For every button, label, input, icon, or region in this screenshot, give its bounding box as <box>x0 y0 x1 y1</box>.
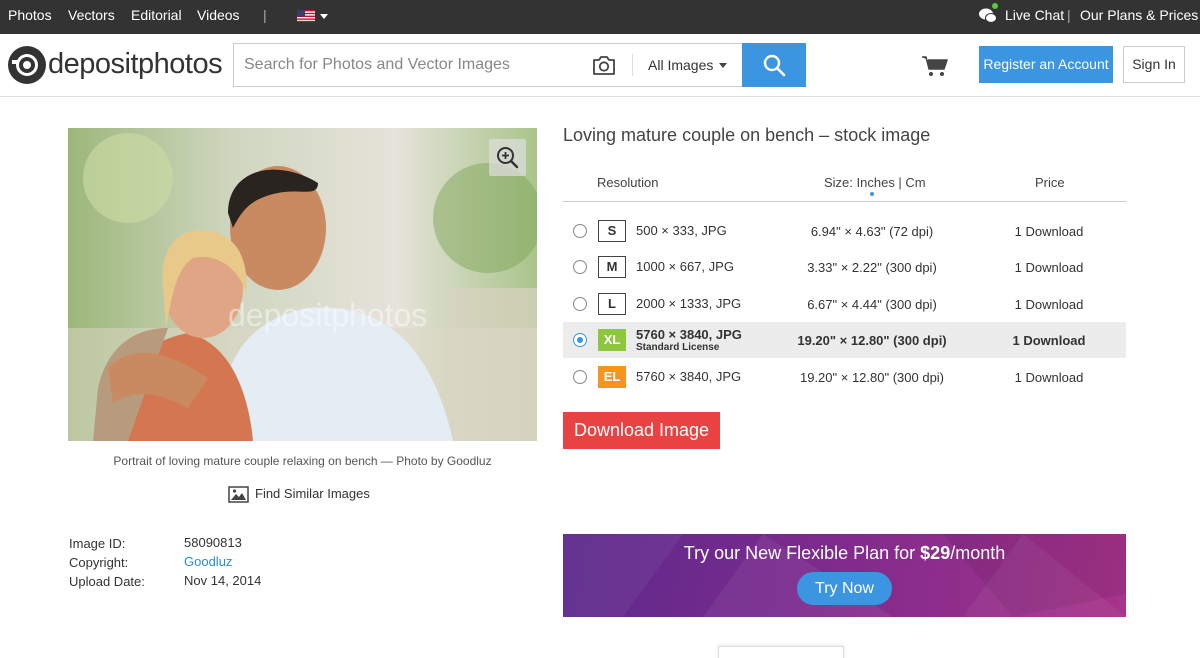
online-status-dot <box>992 3 998 9</box>
camera-search-icon[interactable] <box>592 54 616 76</box>
top-bar: Photos Vectors Editorial Videos | Live C… <box>0 0 1200 34</box>
bottom-card <box>718 646 844 658</box>
zoom-button[interactable] <box>489 139 526 176</box>
sign-in-button[interactable]: Sign In <box>1123 46 1185 83</box>
size-badge-m: M <box>598 256 626 278</box>
promo-banner[interactable]: Try our New Flexible Plan for $29/month … <box>563 534 1126 617</box>
us-flag-icon[interactable] <box>297 10 315 22</box>
find-similar-label: Find Similar Images <box>255 486 370 501</box>
nav-separator: | <box>263 7 267 23</box>
resolution-text: 5760 × 3840, JPG <box>636 369 742 384</box>
resolution-text: 2000 × 1333, JPG <box>636 296 742 311</box>
upload-date-value: Nov 14, 2014 <box>184 573 262 588</box>
price-header: Price <box>1035 175 1065 190</box>
register-button[interactable]: Register an Account <box>979 46 1113 83</box>
image-caption: Portrait of loving mature couple relaxin… <box>113 454 492 468</box>
plans-prices-link[interactable]: Our Plans & Prices <box>1080 0 1198 34</box>
cart-icon[interactable] <box>921 54 949 78</box>
header: depositphotos All Images Register an Acc… <box>0 34 1200 97</box>
copyright-link[interactable]: Goodluz <box>184 554 232 569</box>
logo-wordmark[interactable]: depositphotos <box>48 48 223 81</box>
dimensions-text: 19.20" × 12.80" (300 dpi) <box>799 370 945 385</box>
resolution-text: 5760 × 3840, JPG <box>636 327 742 342</box>
size-row-m[interactable]: M 1000 × 667, JPG 3.33" × 2.22" (300 dpi… <box>563 249 1126 285</box>
size-radio-l[interactable] <box>573 297 587 311</box>
price-text: 1 Download <box>1014 370 1084 385</box>
size-badge-s: S <box>598 220 626 242</box>
size-radio-s[interactable] <box>573 224 587 238</box>
search-button[interactable] <box>742 43 806 87</box>
image-id-value: 58090813 <box>184 535 242 550</box>
nav-videos[interactable]: Videos <box>197 0 240 34</box>
banner-text: Try our New Flexible Plan for $29/month <box>683 543 1006 563</box>
search-divider <box>632 54 633 76</box>
size-header[interactable]: Size: Inches | Cm <box>824 175 926 190</box>
watermark-text: depositphotos <box>228 297 427 333</box>
size-radio-xl[interactable] <box>573 333 587 347</box>
language-caret-icon[interactable] <box>320 14 328 19</box>
nav-editorial[interactable]: Editorial <box>131 0 182 34</box>
nav-photos[interactable]: Photos <box>8 0 52 34</box>
stock-photo[interactable]: depositphotos <box>68 128 537 441</box>
size-row-xl[interactable]: XL 5760 × 3840, JPG Standard License 19.… <box>563 322 1126 358</box>
upload-date-label: Upload Date: <box>69 574 145 589</box>
size-radio-m[interactable] <box>573 260 587 274</box>
search-input[interactable] <box>234 44 584 86</box>
size-badge-el: EL <box>598 366 626 388</box>
size-badge-xl: XL <box>598 329 626 351</box>
try-now-button[interactable]: Try Now <box>797 572 892 605</box>
price-text: 1 Download <box>1012 333 1086 348</box>
size-row-l[interactable]: L 2000 × 1333, JPG 6.67" × 4.44" (300 dp… <box>563 286 1126 322</box>
search-bar: All Images <box>233 43 743 87</box>
table-divider <box>563 201 1126 202</box>
price-text: 1 Download <box>1014 224 1084 239</box>
search-icon <box>763 54 786 77</box>
size-badge-l: L <box>598 293 626 315</box>
dimensions-text: 3.33" × 2.22" (300 dpi) <box>807 260 937 275</box>
image-id-label: Image ID: <box>69 536 126 551</box>
dimensions-text: 19.20" × 12.80" (300 dpi) <box>797 333 947 348</box>
download-image-button[interactable]: Download Image <box>563 412 720 449</box>
live-chat-link[interactable]: Live Chat <box>1005 0 1064 34</box>
image-icon <box>228 486 249 503</box>
dimensions-text: 6.94" × 4.63" (72 dpi) <box>810 224 934 239</box>
copyright-label: Copyright: <box>69 555 129 570</box>
page-title: Loving mature couple on bench – stock im… <box>563 125 931 145</box>
size-row-el[interactable]: EL 5760 × 3840, JPG 19.20" × 12.80" (300… <box>563 359 1126 395</box>
topbar-separator: | <box>1067 7 1071 23</box>
price-text: 1 Download <box>1014 260 1084 275</box>
logo-camera-icon[interactable] <box>8 46 46 84</box>
size-radio-el[interactable] <box>573 370 587 384</box>
resolution-text: 1000 × 667, JPG <box>636 259 734 274</box>
image-type-select[interactable]: All Images <box>648 44 713 86</box>
zoom-in-icon <box>497 147 519 169</box>
price-text: 1 Download <box>1014 297 1084 312</box>
nav-vectors[interactable]: Vectors <box>68 0 115 34</box>
resolution-header: Resolution <box>597 175 659 190</box>
dimensions-text: 6.67" × 4.44" (300 dpi) <box>807 297 937 312</box>
license-text: Standard License <box>636 342 720 353</box>
chevron-down-icon[interactable] <box>719 63 727 68</box>
unit-indicator-dot <box>870 192 874 196</box>
size-row-s[interactable]: S 500 × 333, JPG 6.94" × 4.63" (72 dpi) … <box>563 213 1126 249</box>
resolution-text: 500 × 333, JPG <box>636 223 727 238</box>
